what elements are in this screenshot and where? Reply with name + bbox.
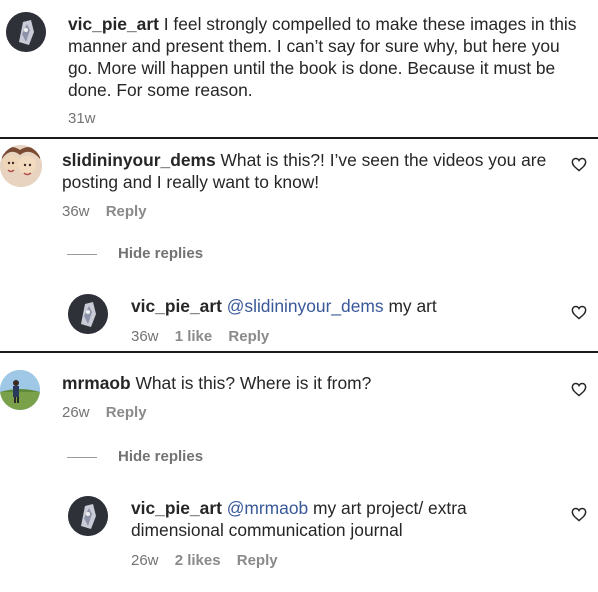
reply-meta: 36w 1 like Reply xyxy=(131,328,281,346)
hide-replies-button[interactable]: Hide replies xyxy=(118,245,203,263)
comment-text: mrmaob What is this? Where is it from? xyxy=(62,372,552,394)
comment-meta: 26w Reply xyxy=(62,404,159,422)
reply-meta: 26w 2 likes Reply xyxy=(131,552,290,570)
reply-mention[interactable]: @mrmaob xyxy=(227,498,308,518)
reply-mention[interactable]: @slidininyour_dems xyxy=(227,296,384,316)
comment-time: 31w xyxy=(68,110,96,127)
reply-button[interactable]: Reply xyxy=(237,552,278,569)
comment-text: vic_pie_art I feel strongly compelled to… xyxy=(68,13,583,101)
comment-meta: 31w xyxy=(68,110,108,128)
comment-username[interactable]: mrmaob xyxy=(62,373,131,393)
comment-thread-panel: mrmaob What is this? Where is it from? 2… xyxy=(0,353,598,592)
hide-replies-line xyxy=(67,254,97,255)
avatar[interactable] xyxy=(0,370,40,410)
comment-text: slidininyour_dems What is this?! I’ve se… xyxy=(62,149,552,193)
reply-username[interactable]: vic_pie_art xyxy=(131,296,222,316)
comment-thread-panel: slidininyour_dems What is this?! I’ve se… xyxy=(0,139,598,351)
hide-replies-button[interactable]: Hide replies xyxy=(118,448,203,466)
reply-likes[interactable]: 1 like xyxy=(175,328,213,345)
heart-outline-icon[interactable] xyxy=(571,157,587,172)
caption-panel: vic_pie_art I feel strongly compelled to… xyxy=(0,0,598,137)
avatar[interactable] xyxy=(0,145,42,187)
reply-button[interactable]: Reply xyxy=(106,404,147,421)
comment-body: What is this? Where is it from? xyxy=(135,373,372,393)
avatar[interactable] xyxy=(6,12,46,52)
comment-meta: 36w Reply xyxy=(62,203,159,221)
reply-text: vic_pie_art @slidininyour_dems my art xyxy=(131,295,551,317)
reply-body: my art xyxy=(388,296,437,316)
comment-time: 36w xyxy=(62,203,90,220)
hide-replies-line xyxy=(67,457,97,458)
heart-outline-icon[interactable] xyxy=(571,382,587,397)
reply-time: 26w xyxy=(131,552,159,569)
reply-time: 36w xyxy=(131,328,159,345)
reply-button[interactable]: Reply xyxy=(228,328,269,345)
comment-time: 26w xyxy=(62,404,90,421)
reply-username[interactable]: vic_pie_art xyxy=(131,498,222,518)
avatar[interactable] xyxy=(68,294,108,334)
reply-likes[interactable]: 2 likes xyxy=(175,552,221,569)
reply-text: vic_pie_art @mrmaob my art project/ extr… xyxy=(131,497,531,541)
comment-username[interactable]: vic_pie_art xyxy=(68,14,159,34)
heart-outline-icon[interactable] xyxy=(571,305,587,320)
heart-outline-icon[interactable] xyxy=(571,507,587,522)
avatar[interactable] xyxy=(68,496,108,536)
reply-button[interactable]: Reply xyxy=(106,203,147,220)
comment-username[interactable]: slidininyour_dems xyxy=(62,150,216,170)
